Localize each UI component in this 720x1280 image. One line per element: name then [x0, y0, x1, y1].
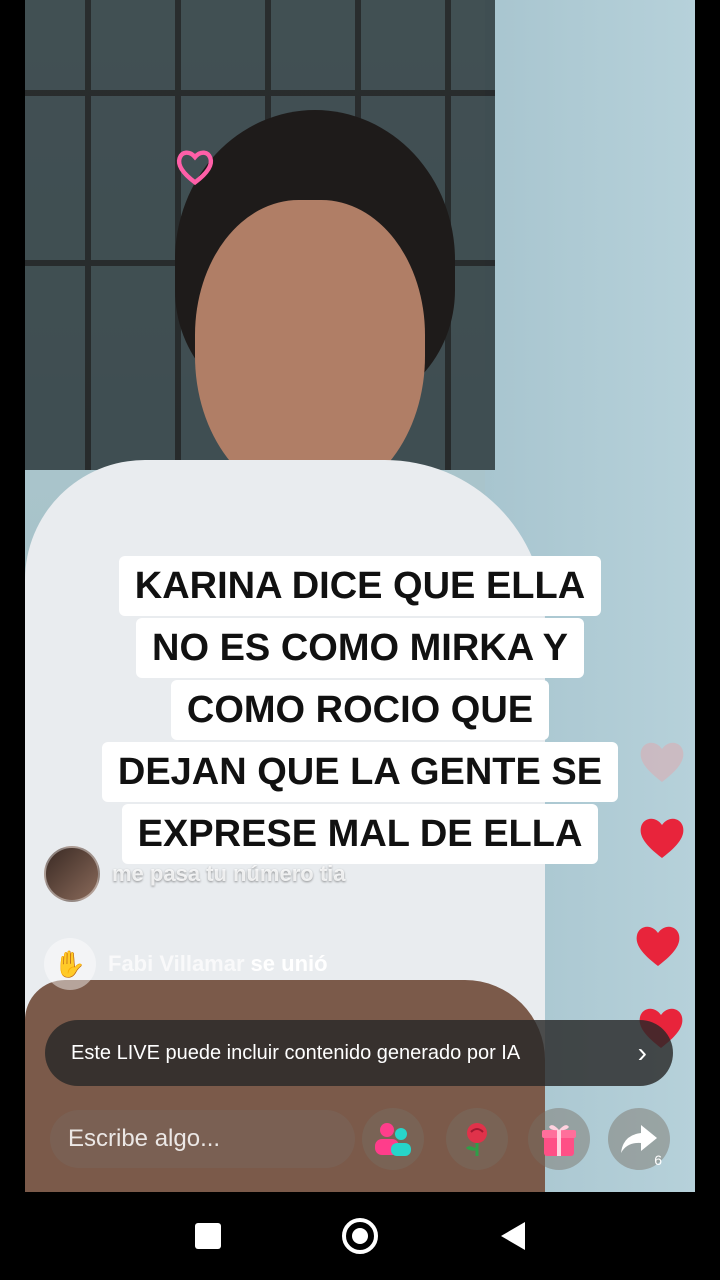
joined-username[interactable]: Fabi Villamar: [108, 951, 245, 977]
ai-content-notice[interactable]: Este LIVE puede incluir contenido genera…: [45, 1020, 673, 1086]
comment-input-placeholder: Escribe algo...: [68, 1125, 221, 1152]
caption-line-1: KARINA DICE QUE ELLA: [0, 556, 720, 616]
heart-sticker-icon: [176, 150, 214, 186]
system-navigation-bar: [0, 1192, 720, 1280]
gift-box-icon: [542, 1125, 576, 1156]
share-count: 6: [654, 1152, 662, 1168]
heart-icon: [640, 742, 684, 782]
join-notice: ✋ Fabi Villamar se unió: [44, 938, 328, 990]
comment-text: me pasa tu número tia: [112, 861, 346, 886]
back-button[interactable]: [488, 1212, 536, 1260]
chevron-right-icon: ›: [637, 1037, 647, 1068]
rose-gift-icon: [466, 1123, 487, 1156]
caption-line-2: NO ES COMO MIRKA Y: [0, 618, 720, 678]
wave-hand-icon: ✋: [44, 938, 96, 990]
comment-input[interactable]: Escribe algo...: [50, 1110, 355, 1168]
joined-label: se unió: [250, 951, 328, 976]
comment-item[interactable]: me pasa tu número tia: [44, 846, 346, 902]
heart-icon: [640, 818, 684, 858]
multi-guest-icon: [375, 1123, 411, 1156]
gift-button[interactable]: [528, 1108, 590, 1170]
caption-line-3: COMO ROCIO QUE: [0, 680, 720, 740]
multi-guest-button[interactable]: [362, 1108, 424, 1170]
ai-notice-text: Este LIVE puede incluir contenido genera…: [71, 1041, 521, 1064]
heart-icon: [636, 926, 680, 966]
triangle-back-icon: [501, 1222, 525, 1250]
square-icon: [195, 1223, 221, 1249]
share-button[interactable]: 6: [608, 1108, 670, 1170]
caption-line-4: DEJAN QUE LA GENTE SE: [0, 742, 720, 802]
rose-gift-button[interactable]: [446, 1108, 508, 1170]
home-button[interactable]: [336, 1212, 384, 1260]
avatar[interactable]: [44, 846, 100, 902]
share-arrow-icon: [621, 1125, 657, 1153]
recents-button[interactable]: [184, 1212, 232, 1260]
circle-icon: [342, 1218, 378, 1254]
